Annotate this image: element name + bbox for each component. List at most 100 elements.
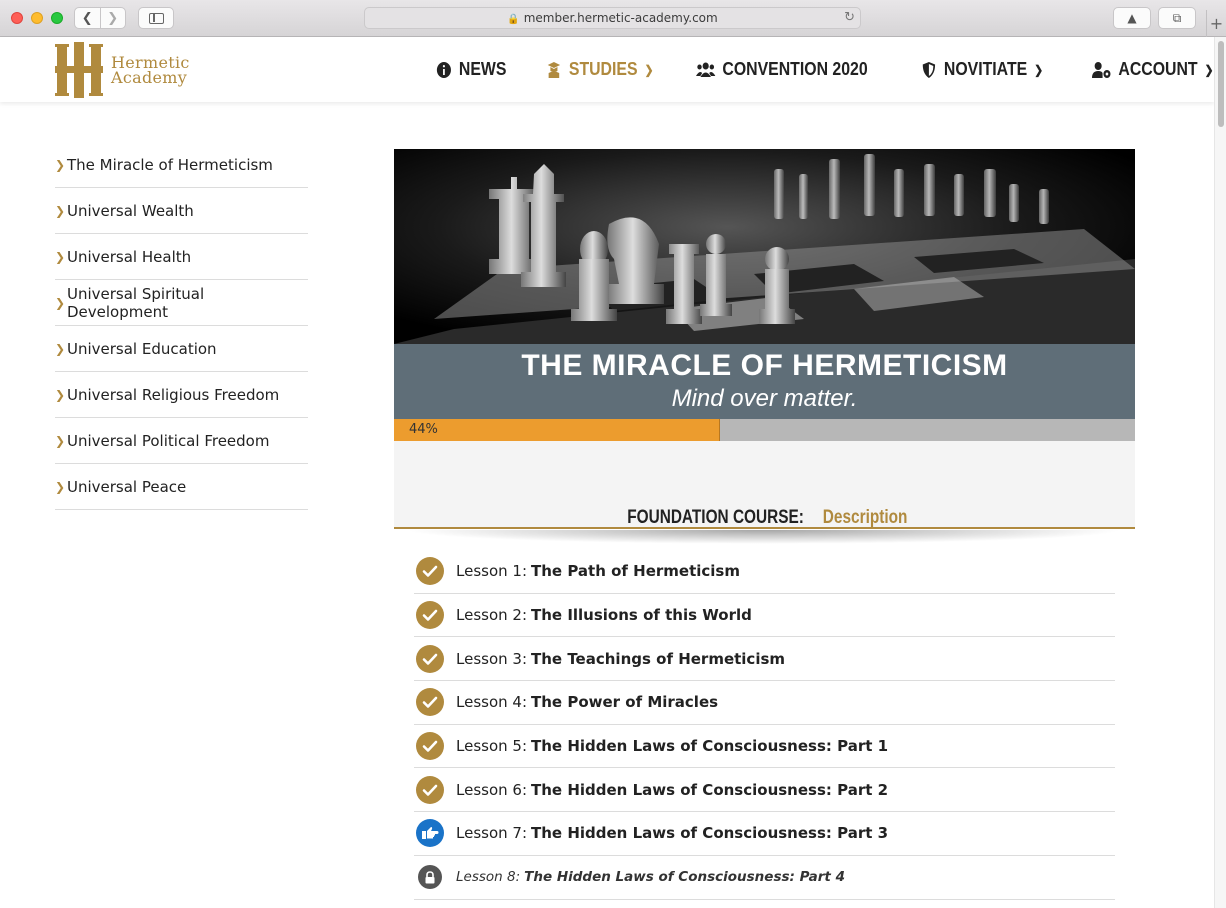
logo-wordmark: Hermetic Academy bbox=[111, 53, 190, 87]
lesson-number: Lesson 6: bbox=[456, 780, 528, 799]
lesson-list: Lesson 1: The Path of Hermeticism Lesson 2… bbox=[414, 550, 1115, 900]
main-navigation: NEWS STUDIES ❯ CONVENTION 2020 NOVITIATE… bbox=[436, 37, 1226, 102]
reload-icon[interactable]: ↻ bbox=[844, 8, 855, 28]
lesson-title[interactable]: The Power of Miracles bbox=[531, 693, 718, 711]
history-buttons: ❮ ❯ bbox=[74, 7, 126, 29]
lesson-number: Lesson 3: bbox=[456, 649, 528, 668]
sidebar-item[interactable]: ❯ Universal Peace bbox=[55, 464, 308, 510]
sidebar-item[interactable]: ❯ Universal Wealth bbox=[55, 188, 308, 234]
hand-pointer-icon bbox=[416, 819, 444, 848]
sidebar-item[interactable]: ❯ Universal Education bbox=[55, 326, 308, 372]
shield-icon bbox=[922, 61, 936, 78]
chevron-right-icon: ❯ bbox=[55, 387, 66, 402]
site-header: Hermetic Academy NEWS STUDIES ❯ CONVENTI… bbox=[0, 37, 1214, 102]
sidebar-item[interactable]: ❯ The Miracle of Hermeticism bbox=[55, 142, 308, 188]
lesson-title[interactable]: The Illusions of this World bbox=[531, 606, 752, 624]
show-tabs-button[interactable]: ⧉ bbox=[1158, 7, 1196, 29]
lesson-title[interactable]: The Path of Hermeticism bbox=[531, 562, 740, 580]
lesson-title: The Hidden Laws of Consciousness: Part 4 bbox=[524, 869, 845, 886]
sidebar-item[interactable]: ❯ Universal Political Freedom bbox=[55, 418, 308, 464]
lock-icon bbox=[418, 865, 442, 890]
nav-convention-2020[interactable]: CONVENTION 2020 bbox=[696, 59, 868, 80]
lesson-row[interactable]: Lesson 6: The Hidden Laws of Consciousnes… bbox=[414, 768, 1115, 813]
chevron-down-icon: ❯ bbox=[644, 62, 654, 77]
lesson-title[interactable]: The Teachings of Hermeticism bbox=[531, 650, 785, 668]
lesson-row[interactable]: Lesson 7: The Hidden Laws of Consciousnes… bbox=[414, 812, 1115, 856]
sidebar-icon bbox=[149, 13, 164, 24]
lesson-number: Lesson 5: bbox=[456, 737, 528, 756]
lesson-number: Lesson 1: bbox=[456, 562, 528, 581]
nav-studies-label: STUDIES bbox=[568, 59, 638, 79]
url-text: member.hermetic-academy.com bbox=[523, 11, 718, 25]
chevron-down-icon: ❯ bbox=[1034, 62, 1044, 77]
lesson-row[interactable]: Lesson 2: The Illusions of this World bbox=[414, 594, 1115, 638]
check-circle-icon bbox=[416, 688, 444, 717]
logo-mark-icon bbox=[55, 42, 103, 98]
check-circle-icon bbox=[416, 732, 444, 761]
page-scrollbar[interactable] bbox=[1214, 37, 1226, 908]
progress-label: 44% bbox=[409, 422, 438, 437]
sidebar-item[interactable]: ❯ Universal Health bbox=[55, 234, 308, 280]
course-progress-bar: 44% bbox=[394, 419, 1135, 441]
course-description-box: FOUNDATION COURSE: Description bbox=[394, 441, 1135, 529]
back-button[interactable]: ❮ bbox=[75, 8, 100, 28]
nav-novitiate[interactable]: NOVITIATE ❯ bbox=[921, 59, 1043, 80]
course-sidebar: ❯ The Miracle of Hermeticism ❯ Universal W… bbox=[55, 142, 308, 510]
sidebar-item[interactable]: ❯ Universal Religious Freedom bbox=[55, 372, 308, 418]
chevron-right-icon: ❯ bbox=[55, 203, 66, 218]
description-shadow bbox=[404, 530, 1124, 544]
check-circle-icon bbox=[416, 775, 444, 804]
lesson-number: Lesson 8: bbox=[456, 869, 521, 886]
forward-button[interactable]: ❯ bbox=[99, 8, 126, 28]
nav-news-label: NEWS bbox=[458, 59, 507, 79]
description-link[interactable]: Description bbox=[823, 507, 908, 529]
chevron-right-icon: ❯ bbox=[55, 479, 66, 494]
nav-novitiate-label: NOVITIATE bbox=[944, 59, 1028, 79]
browser-toolbar: ❮ ❯ 🔒 member.hermetic-academy.com ↻ ▲ ⧉ + bbox=[0, 0, 1226, 37]
lesson-number: Lesson 2: bbox=[456, 606, 528, 625]
check-circle-icon bbox=[416, 601, 444, 630]
nav-account-label: ACCOUNT bbox=[1118, 59, 1198, 79]
lesson-title[interactable]: The Hidden Laws of Consciousness: Part 1 bbox=[531, 737, 888, 755]
lesson-number: Lesson 4: bbox=[456, 693, 528, 712]
minimize-window-button[interactable] bbox=[31, 12, 43, 24]
user-cog-icon bbox=[1091, 61, 1111, 78]
banner-caption: THE MIRACLE OF HERMETICISM Mind over mat… bbox=[394, 344, 1135, 419]
course-title: THE MIRACLE OF HERMETICISM bbox=[521, 349, 1008, 382]
zoom-window-button[interactable] bbox=[51, 12, 63, 24]
description-heading: FOUNDATION COURSE: Description bbox=[626, 507, 908, 529]
nav-news[interactable]: NEWS bbox=[436, 59, 506, 80]
progress-fill bbox=[394, 419, 721, 441]
lesson-row[interactable]: Lesson 5: The Hidden Laws of Consciousnes… bbox=[414, 725, 1115, 769]
lesson-title[interactable]: The Hidden Laws of Consciousness: Part 2 bbox=[531, 781, 888, 799]
scrollbar-thumb[interactable] bbox=[1218, 41, 1224, 127]
close-window-button[interactable] bbox=[11, 12, 23, 24]
graduate-cap-icon bbox=[547, 61, 561, 78]
new-tab-button[interactable]: + bbox=[1206, 10, 1226, 37]
lesson-row[interactable]: Lesson 4: The Power of Miracles bbox=[414, 681, 1115, 725]
lesson-title[interactable]: The Hidden Laws of Consciousness: Part 3 bbox=[531, 824, 888, 842]
check-circle-icon bbox=[416, 644, 444, 673]
share-button[interactable]: ▲ bbox=[1113, 7, 1151, 29]
chevron-right-icon: ❯ bbox=[55, 249, 66, 264]
chess-board-image bbox=[394, 149, 1135, 344]
lock-icon: 🔒 bbox=[507, 14, 520, 25]
sidebar-item[interactable]: ❯ Universal Spiritual Development bbox=[55, 280, 308, 326]
chevron-down-icon: ❯ bbox=[1204, 62, 1214, 77]
check-circle-icon bbox=[416, 557, 444, 586]
lesson-row[interactable]: Lesson 1: The Path of Hermeticism bbox=[414, 550, 1115, 594]
nav-convention-label: CONVENTION 2020 bbox=[722, 59, 868, 79]
lesson-row[interactable]: Lesson 3: The Teachings of Hermeticism bbox=[414, 637, 1115, 682]
chevron-right-icon: ❯ bbox=[55, 341, 66, 356]
lesson-row: Lesson 8: The Hidden Laws of Consciousnes… bbox=[414, 856, 1115, 900]
chevron-right-icon: ❯ bbox=[55, 157, 66, 172]
nav-studies[interactable]: STUDIES ❯ bbox=[546, 59, 653, 80]
chevron-right-icon: ❯ bbox=[55, 433, 66, 448]
address-bar[interactable]: 🔒 member.hermetic-academy.com ↻ bbox=[364, 7, 861, 29]
site-logo[interactable]: Hermetic Academy bbox=[55, 42, 195, 98]
sidebar-toggle-button[interactable] bbox=[138, 7, 174, 29]
info-circle-icon bbox=[436, 61, 451, 78]
nav-account[interactable]: ACCOUNT ❯ bbox=[1091, 59, 1214, 80]
users-icon bbox=[696, 62, 716, 77]
chevron-right-icon: ❯ bbox=[55, 295, 66, 310]
